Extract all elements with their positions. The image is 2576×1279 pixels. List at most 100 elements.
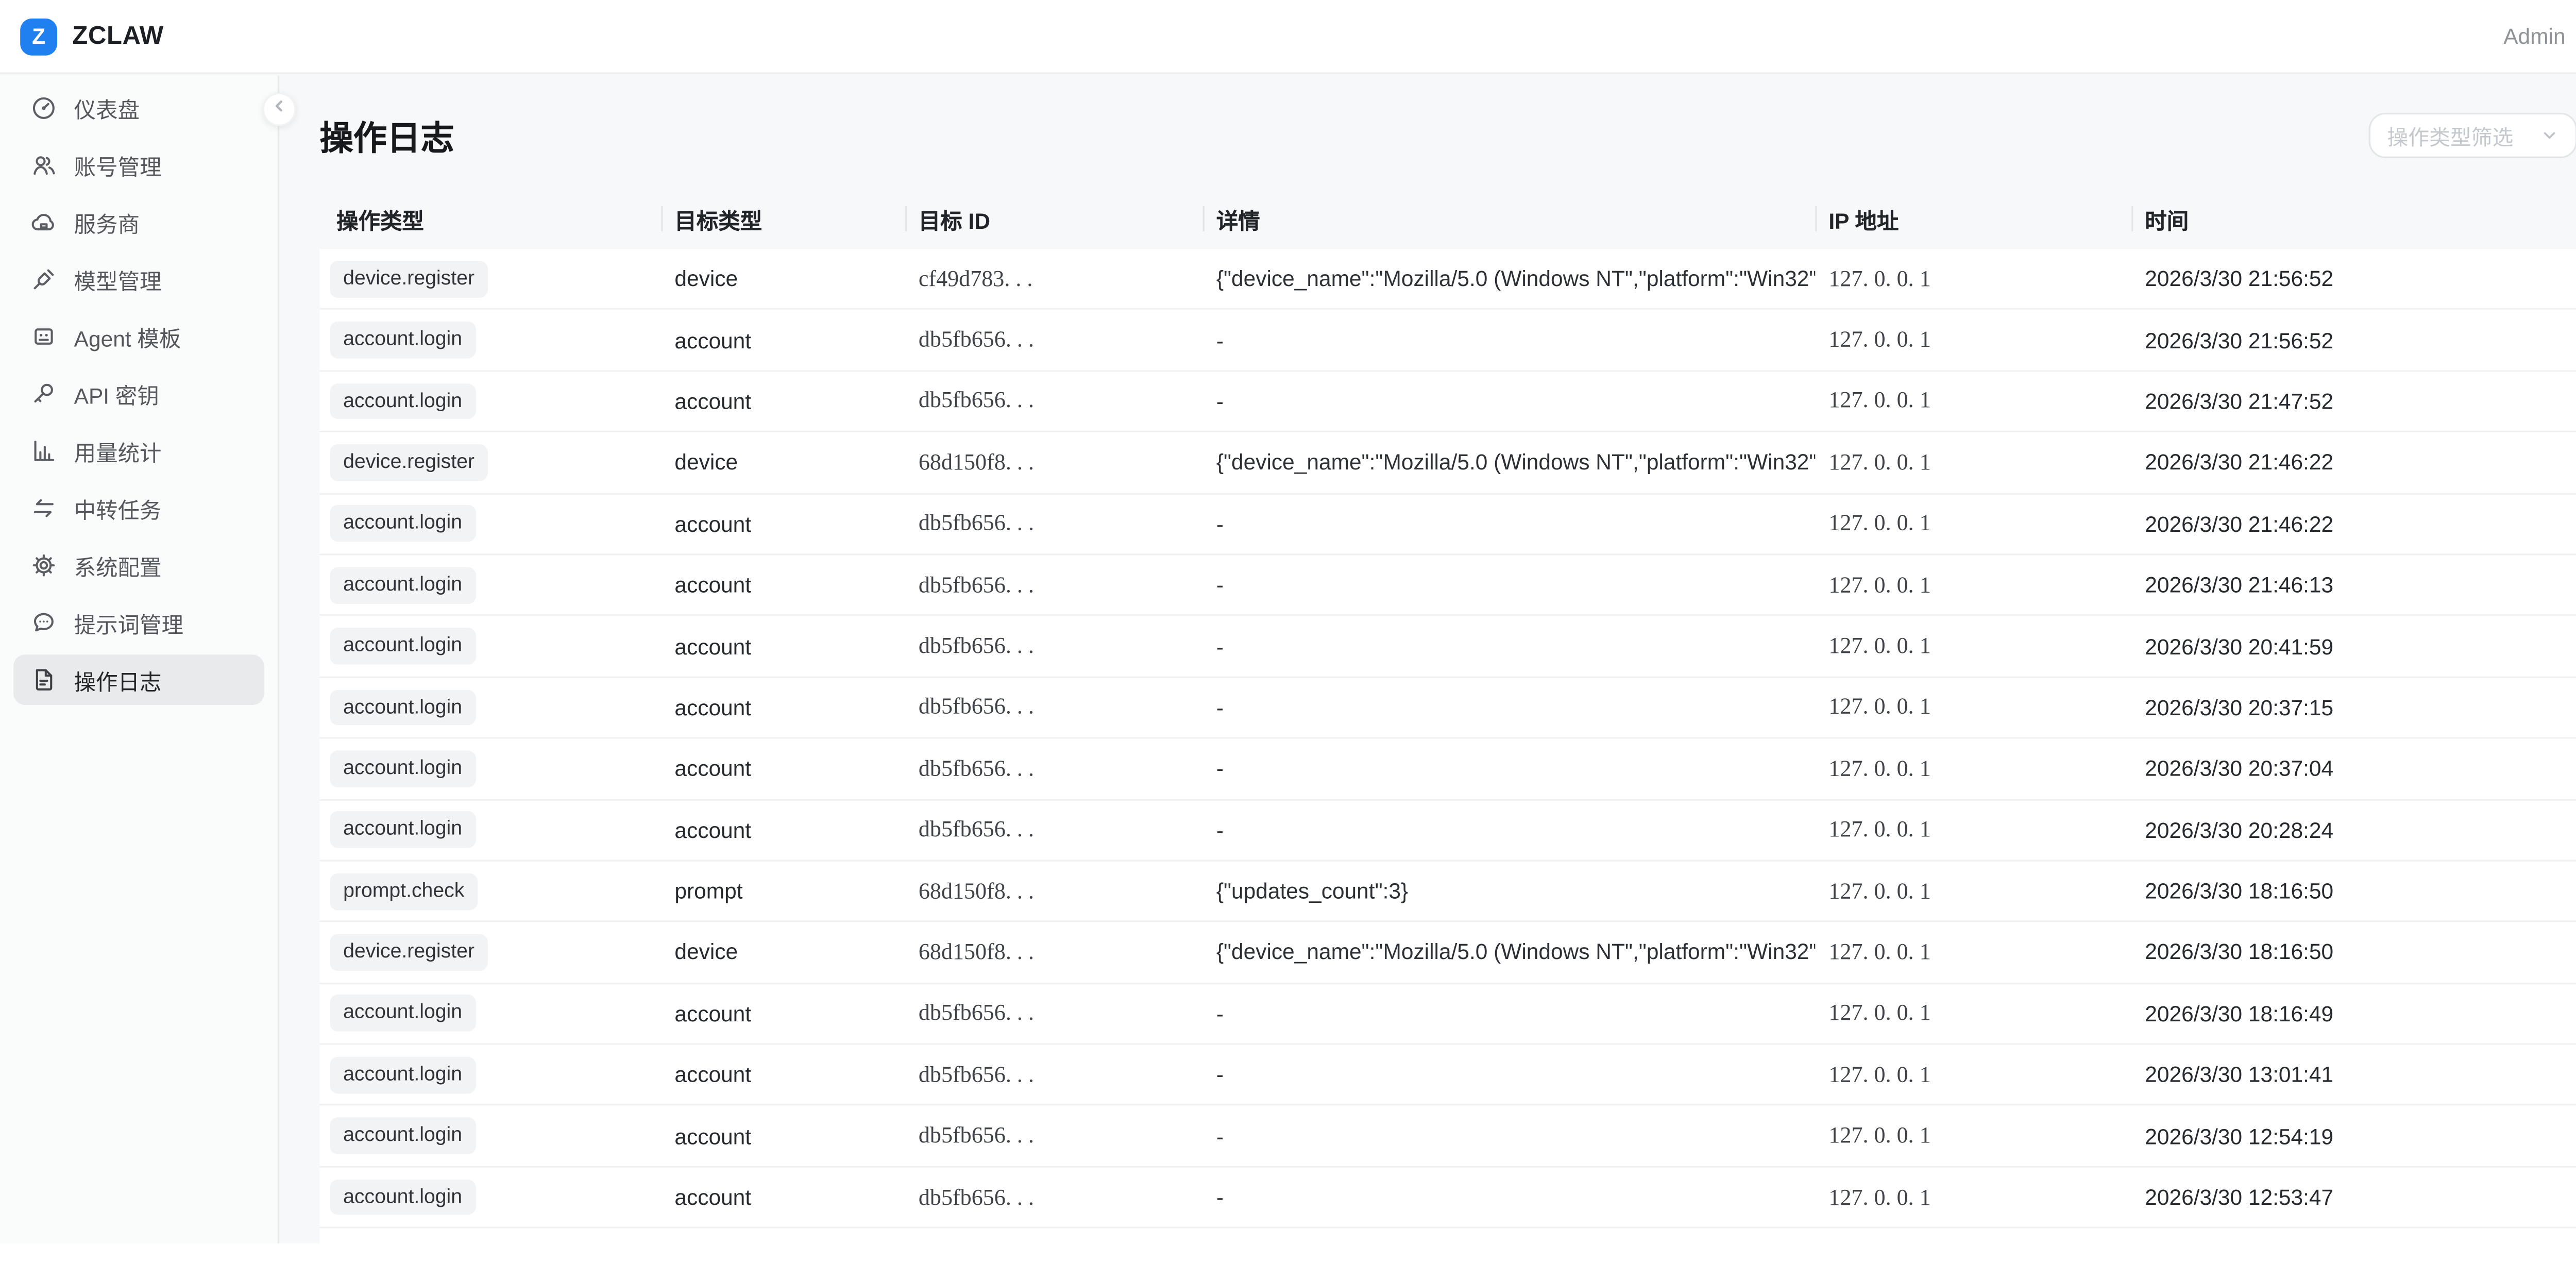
operation-type-cell: account.login — [319, 995, 661, 1032]
operation-type-tag: device.register — [330, 444, 488, 481]
detail-cell: - — [1203, 573, 1816, 598]
sidebar-item-models[interactable]: 模型管理 — [13, 254, 264, 305]
time-cell: 2026/3/30 20:37:15 — [2131, 695, 2576, 720]
admin-user-menu[interactable]: Admin — [2503, 24, 2565, 49]
target-id-cell: db5fb656. . . — [905, 755, 1203, 782]
detail-cell: - — [1203, 389, 1816, 414]
target-id-cell: db5fb656. . . — [905, 510, 1203, 537]
sidebar-item-label: 模型管理 — [74, 263, 162, 295]
sidebar-item-agent-templates[interactable]: Agent 模板 — [13, 311, 264, 362]
time-cell: 2026/3/30 21:47:52 — [2131, 389, 2576, 414]
target-id-cell: db5fb656. . . — [905, 1184, 1203, 1210]
time-cell: 2026/3/30 21:56:52 — [2131, 266, 2576, 292]
target-type-cell: account — [661, 817, 905, 843]
target-type-cell: account — [661, 1001, 905, 1026]
sidebar-item-prompts[interactable]: 提示词管理 — [13, 597, 264, 648]
chevron-left-icon — [269, 94, 289, 125]
detail-cell: - — [1203, 695, 1816, 720]
time-cell: 2026/3/30 21:46:22 — [2131, 511, 2576, 536]
operation-type-tag: device.register — [330, 260, 488, 297]
operation-type-cell: account.login — [319, 812, 661, 848]
sidebar-item-dashboard[interactable]: 仪表盘 — [13, 82, 264, 133]
sidebar-item-operation-logs[interactable]: 操作日志 — [13, 654, 264, 705]
table-row: account.loginaccountdb5fb656. . .-127. 0… — [319, 1045, 2576, 1106]
ip-cell: 127. 0. 0. 1 — [1815, 1062, 2131, 1088]
operation-type-tag: account.login — [330, 322, 476, 358]
operation-type-cell: account.login — [319, 1118, 661, 1154]
sidebar-item-accounts[interactable]: 账号管理 — [13, 140, 264, 190]
table-row: account.loginaccountdb5fb656. . .-127. 0… — [319, 310, 2576, 372]
table-body: device.registerdevicecf49d783. . .{"devi… — [319, 249, 2576, 1228]
detail-cell: - — [1203, 633, 1816, 659]
time-cell: 2026/3/30 18:16:50 — [2131, 940, 2576, 965]
sidebar-item-usage-stats[interactable]: 用量统计 — [13, 426, 264, 476]
target-id-cell: 68d150f8. . . — [905, 449, 1203, 476]
filter-placeholder: 操作类型筛选 — [2387, 120, 2513, 152]
time-cell: 2026/3/30 12:54:19 — [2131, 1123, 2576, 1149]
chat-bubble-icon — [30, 609, 57, 636]
sidebar-item-label: 中转任务 — [74, 492, 162, 524]
detail-cell: {"updates_count":3} — [1203, 879, 1816, 904]
sidebar-collapse-button[interactable] — [262, 93, 296, 126]
operation-type-cell: device.register — [319, 260, 661, 297]
operation-type-cell: device.register — [319, 444, 661, 481]
ip-cell: 127. 0. 0. 1 — [1815, 1184, 2131, 1210]
operation-type-cell: account.login — [319, 628, 661, 664]
main-content: 操作日志 操作类型筛选 操作类型目标类型目标 ID详情IP 地址时间 devic… — [281, 76, 2576, 1243]
ip-cell: 127. 0. 0. 1 — [1815, 633, 2131, 660]
sidebar-item-providers[interactable]: 服务商 — [13, 197, 264, 247]
sidebar-item-api-keys[interactable]: API 密钥 — [13, 368, 264, 419]
sidebar-item-label: API 密钥 — [74, 378, 159, 410]
gear-icon — [30, 552, 57, 579]
operation-type-tag: account.login — [330, 1179, 476, 1216]
operation-type-tag: device.register — [330, 934, 488, 971]
ip-cell: 127. 0. 0. 1 — [1815, 878, 2131, 904]
target-id-cell: db5fb656. . . — [905, 388, 1203, 415]
column-header-1: 操作类型 — [319, 189, 661, 249]
page-title: 操作日志 — [319, 111, 454, 160]
operation-type-tag: account.login — [330, 506, 476, 542]
time-cell: 2026/3/30 20:41:59 — [2131, 633, 2576, 659]
ip-cell: 127. 0. 0. 1 — [1815, 1000, 2131, 1027]
app-root: Z ZCLAW Admin 仪表盘账号管理服务商模型管理Agent 模板API … — [0, 0, 2576, 1243]
ip-cell: 127. 0. 0. 1 — [1815, 694, 2131, 721]
ip-cell: 127. 0. 0. 1 — [1815, 939, 2131, 966]
sidebar: 仪表盘账号管理服务商模型管理 Agent 模板 API 密钥用量统计中转任务系统配置… — [0, 76, 279, 1243]
page-header: 操作日志 操作类型筛选 — [319, 113, 2576, 158]
target-id-cell: db5fb656. . . — [905, 1000, 1203, 1027]
table-row: account.loginaccountdb5fb656. . .-127. 0… — [319, 984, 2576, 1045]
sidebar-item-label: 服务商 — [74, 206, 140, 238]
sidebar-item-label: 操作日志 — [74, 664, 162, 696]
chevron-down-icon — [2540, 126, 2559, 145]
table-row: account.loginaccountdb5fb656. . .-127. 0… — [319, 494, 2576, 556]
operation-type-tag: prompt.check — [330, 873, 478, 910]
operation-type-cell: account.login — [319, 506, 661, 542]
time-cell: 2026/3/30 20:28:24 — [2131, 817, 2576, 843]
detail-cell: - — [1203, 756, 1816, 781]
file-text-icon — [30, 666, 57, 693]
table-row: account.loginaccountdb5fb656. . .-127. 0… — [319, 1106, 2576, 1168]
table-next-row-partial — [319, 1228, 2576, 1279]
operation-type-tag: account.login — [330, 567, 476, 603]
sidebar-item-system-config[interactable]: 系统配置 — [13, 540, 264, 591]
operation-type-filter-select[interactable]: 操作类型筛选 — [2369, 113, 2576, 158]
sidebar-menu: 仪表盘账号管理服务商模型管理 Agent 模板 API 密钥用量统计中转任务系统配置… — [13, 82, 264, 705]
table-row: account.loginaccountdb5fb656. . .-127. 0… — [319, 800, 2576, 862]
target-type-cell: device — [661, 450, 905, 475]
robot-icon — [30, 323, 57, 350]
table-header-row: 操作类型目标类型目标 ID详情IP 地址时间 — [319, 189, 2576, 249]
table-row: device.registerdevice68d150f8. . .{"devi… — [319, 433, 2576, 494]
detail-cell: - — [1203, 511, 1816, 536]
ip-cell: 127. 0. 0. 1 — [1815, 388, 2131, 415]
brand-logo-icon: Z — [20, 18, 57, 55]
ip-cell: 127. 0. 0. 1 — [1815, 265, 2131, 292]
time-cell: 2026/3/30 21:56:52 — [2131, 327, 2576, 352]
table-row: device.registerdevice68d150f8. . .{"devi… — [319, 922, 2576, 984]
column-header-3: 目标 ID — [905, 189, 1203, 249]
table-row: device.registerdevicecf49d783. . .{"devi… — [319, 249, 2576, 310]
sidebar-item-label: 系统配置 — [74, 549, 162, 581]
sidebar-item-relay-tasks[interactable]: 中转任务 — [13, 483, 264, 533]
bar-chart-icon — [30, 437, 57, 464]
target-type-cell: prompt — [661, 879, 905, 904]
table-row: account.loginaccountdb5fb656. . .-127. 0… — [319, 616, 2576, 678]
